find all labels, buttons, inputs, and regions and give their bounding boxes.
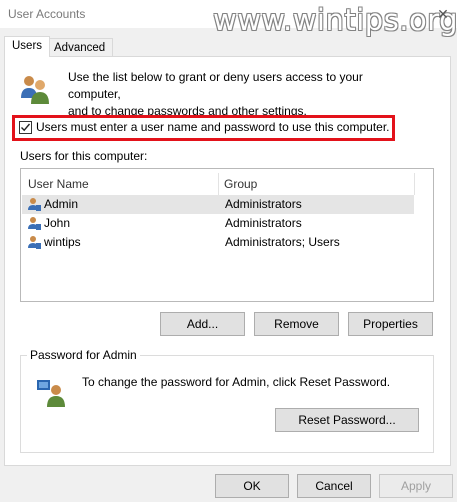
apply-button[interactable]: Apply [379, 474, 453, 498]
info-line-1: Use the list below to grant or deny user… [68, 70, 363, 101]
checkmark-icon [21, 123, 31, 132]
properties-button[interactable]: Properties [348, 312, 433, 336]
close-button[interactable]: ✕ [430, 2, 456, 26]
users-list[interactable]: User Name Group Admin Administrators Joh… [20, 168, 434, 302]
reset-password-button[interactable]: Reset Password... [275, 408, 419, 432]
user-row-john[interactable]: John Administrators [22, 214, 414, 233]
users-group-icon [21, 76, 49, 104]
column-header-user-name[interactable]: User Name [28, 173, 89, 197]
title-bar: User Accounts www.wintips.org ✕ [0, 0, 457, 37]
add-button[interactable]: Add... [160, 312, 245, 336]
tab-advanced[interactable]: Advanced [46, 38, 114, 57]
tab-users[interactable]: Users [4, 36, 51, 57]
user-row-wintips[interactable]: wintips Administrators; Users [22, 233, 414, 252]
column-header-group[interactable]: Group [224, 173, 257, 197]
column-divider [218, 173, 219, 195]
password-instruction-text: To change the password for Admin, click … [82, 375, 391, 389]
remove-button[interactable]: Remove [254, 312, 339, 336]
require-password-checkbox[interactable] [19, 121, 32, 134]
window-title: User Accounts [8, 7, 86, 21]
column-divider [414, 173, 415, 195]
password-group-title: Password for Admin [27, 348, 140, 362]
password-group-box [20, 355, 434, 453]
user-group: Administrators [225, 197, 302, 211]
info-text: Use the list below to grant or deny user… [68, 69, 418, 120]
user-name: Admin [44, 197, 79, 211]
users-list-label: Users for this computer: [20, 149, 148, 163]
user-name: John [44, 216, 71, 230]
require-password-label[interactable]: Users must enter a user name and passwor… [36, 120, 390, 134]
user-row-admin[interactable]: Admin Administrators [22, 195, 414, 214]
watermark-text: www.wintips.org [213, 3, 457, 37]
user-icon [28, 217, 41, 230]
user-group: Administrators; Users [225, 235, 340, 249]
user-icon [28, 236, 41, 249]
user-name: wintips [44, 235, 81, 249]
user-icon [28, 198, 41, 211]
user-account-icon [37, 380, 65, 407]
cancel-button[interactable]: Cancel [297, 474, 371, 498]
ok-button[interactable]: OK [215, 474, 289, 498]
user-group: Administrators [225, 216, 302, 230]
